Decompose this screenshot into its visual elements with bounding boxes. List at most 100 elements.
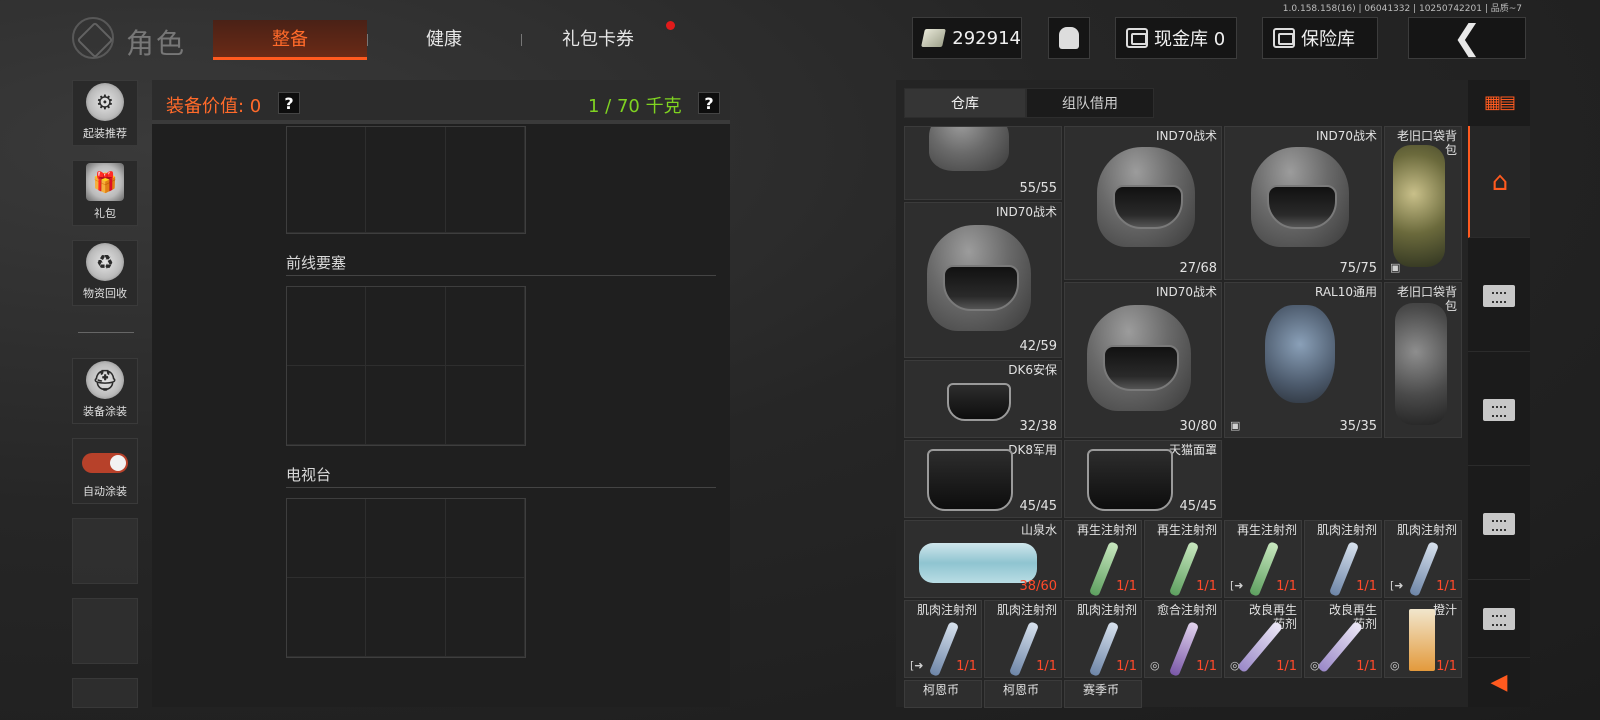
- item-name: IND70战术: [1155, 129, 1217, 143]
- sidebar-item-label: 装备涂装: [83, 405, 127, 418]
- item-count: 30/80: [1179, 419, 1217, 434]
- item-count: 1/1: [1036, 659, 1057, 674]
- inventory-item[interactable]: 再生注射剂 [➜ 1/1: [1224, 520, 1302, 598]
- visor-icon: [1103, 345, 1179, 391]
- item-name: 再生注射剂: [1236, 523, 1297, 537]
- inventory-item[interactable]: 再生注射剂 1/1: [1144, 520, 1222, 598]
- character-logo-icon: [72, 17, 114, 59]
- backpack-icon: [1395, 303, 1447, 425]
- filter-icon: ▦▤: [1483, 91, 1516, 113]
- tab-equip[interactable]: 整备: [213, 20, 367, 60]
- sidebar-empty-slot: [72, 518, 138, 584]
- section-title: 前线要塞: [286, 254, 347, 272]
- inventory-item[interactable]: 肌肉注射剂 [➜ 1/1: [904, 600, 982, 678]
- warehouse-crate-button[interactable]: [1468, 468, 1530, 580]
- sidebar-item-gift[interactable]: 🎁 礼包: [72, 160, 138, 226]
- juice-box-icon: [1409, 609, 1435, 671]
- back-button[interactable]: ❮: [1408, 17, 1526, 59]
- inventory-item[interactable]: IND70战术 30/80: [1064, 282, 1222, 438]
- inventory-item[interactable]: 再生注射剂 1/1: [1064, 520, 1142, 598]
- agent-icon: [1059, 27, 1079, 49]
- inventory-item[interactable]: 柯恩币: [984, 680, 1062, 708]
- inventory-item[interactable]: DK6安保 32/38: [904, 360, 1062, 438]
- warehouse-crate-button[interactable]: [1468, 354, 1530, 466]
- cash-vault-button[interactable]: 现金库 0: [1115, 17, 1237, 59]
- gift-icon: 🎁: [86, 163, 124, 201]
- money-amount: 292914: [952, 27, 1021, 49]
- sidebar-item-recycle[interactable]: ♻ 物资回收: [72, 240, 138, 306]
- inventory-item[interactable]: IND70战术 27/68: [1064, 126, 1222, 280]
- face-shield-icon: [947, 383, 1011, 421]
- exit-icon: [➜: [1230, 579, 1244, 592]
- tab-team-borrow[interactable]: 组队借用: [1026, 88, 1154, 118]
- equipment-value-help-button[interactable]: ?: [278, 92, 300, 114]
- item-name: IND70战术: [1155, 285, 1217, 299]
- inventory-item[interactable]: 55/55: [904, 126, 1062, 200]
- item-name: 肌肉注射剂: [996, 603, 1057, 617]
- equipment-slot-grid[interactable]: [286, 126, 526, 234]
- inventory-item[interactable]: 肌肉注射剂 1/1: [1064, 600, 1142, 678]
- warehouse-crate-button[interactable]: [1468, 580, 1530, 658]
- inventory-item[interactable]: 改良再生药剂 ◎ 1/1: [1224, 600, 1302, 678]
- equipment-slot-grid[interactable]: [286, 498, 526, 658]
- inventory-item[interactable]: 老旧口袋背包 ▣: [1384, 126, 1462, 280]
- item-count: 1/1: [1196, 659, 1217, 674]
- tab-gift-vouchers[interactable]: 礼包卡券: [522, 20, 674, 60]
- auto-paint-toggle[interactable]: [82, 453, 128, 473]
- stack-icon: ▣: [1390, 261, 1401, 274]
- item-count: 1/1: [956, 659, 977, 674]
- inventory-item[interactable]: IND70战术 42/59: [904, 202, 1062, 358]
- filter-button[interactable]: ▦▤: [1468, 80, 1530, 124]
- inventory-item[interactable]: 橙汁 ◎ 1/1: [1384, 600, 1462, 678]
- item-name: 山泉水: [1020, 523, 1057, 537]
- sidebar-item-label: 起装推荐: [83, 127, 127, 140]
- item-name: 肌肉注射剂: [1316, 523, 1377, 537]
- crate-icon: [1483, 398, 1515, 421]
- item-count: 1/1: [1116, 579, 1137, 594]
- inventory-item[interactable]: 天猫面罩 45/45: [1064, 440, 1222, 518]
- tab-health[interactable]: 健康: [368, 20, 520, 60]
- equipment-slot-grid[interactable]: [286, 286, 526, 446]
- helmet-gear-icon: ⚙: [86, 83, 124, 121]
- inventory-item[interactable]: 肌肉注射剂 [➜ 1/1: [1384, 520, 1462, 598]
- inventory-item[interactable]: 愈合注射剂 ◎ 1/1: [1144, 600, 1222, 678]
- item-name: 肌肉注射剂: [1076, 603, 1137, 617]
- syringe-icon: [1168, 621, 1200, 677]
- inventory-item[interactable]: 肌肉注射剂 1/1: [984, 600, 1062, 678]
- chevron-left-icon: ◀: [1490, 669, 1508, 695]
- inventory-item[interactable]: RAL10通用 ▣ 35/35: [1224, 282, 1382, 438]
- item-count: 35/35: [1339, 419, 1377, 434]
- tab-warehouse[interactable]: 仓库: [904, 88, 1026, 118]
- item-count: 75/75: [1339, 261, 1377, 276]
- safe-icon: [1273, 28, 1295, 48]
- inventory-item[interactable]: 老旧口袋背包: [1384, 282, 1462, 438]
- inventory-item[interactable]: IND70战术 75/75: [1224, 126, 1382, 280]
- weight-help-button[interactable]: ?: [698, 92, 720, 114]
- section-divider: [286, 275, 716, 276]
- safe-button[interactable]: 保险库: [1262, 17, 1378, 59]
- item-count: 27/68: [1179, 261, 1217, 276]
- inventory-item[interactable]: 柯恩币: [904, 680, 982, 708]
- sidebar-item-equip-paint[interactable]: ⛑ 装备涂装: [72, 358, 138, 424]
- sidebar-item-auto-paint[interactable]: 自动涂装: [72, 438, 138, 504]
- warehouse-home-button[interactable]: ⌂: [1468, 126, 1530, 238]
- money-display: 292914: [912, 17, 1022, 59]
- item-count: 1/1: [1436, 579, 1457, 594]
- sidebar-item-recommended-loadout[interactable]: ⚙ 起装推荐: [72, 80, 138, 146]
- inventory-item[interactable]: 山泉水 38/60: [904, 520, 1062, 598]
- inventory-item[interactable]: DK8军用 45/45: [904, 440, 1062, 518]
- crate-icon: [1483, 607, 1515, 630]
- status-icon: ◎: [1150, 659, 1160, 672]
- inventory-item[interactable]: 改良再生药剂 ◎ 1/1: [1304, 600, 1382, 678]
- agent-button[interactable]: [1048, 17, 1090, 59]
- inventory-item[interactable]: 赛季币: [1064, 680, 1142, 708]
- gas-mask-icon: [1265, 305, 1335, 403]
- inventory-item[interactable]: 肌肉注射剂 1/1: [1304, 520, 1382, 598]
- sidebar-divider: [78, 332, 134, 333]
- section-title: 电视台: [286, 466, 332, 484]
- status-icon: ◎: [1310, 659, 1320, 672]
- collapse-button[interactable]: ◀: [1468, 660, 1530, 704]
- warehouse-crate-button[interactable]: [1468, 240, 1530, 352]
- item-count: 32/38: [1019, 419, 1057, 434]
- section-divider: [286, 487, 716, 488]
